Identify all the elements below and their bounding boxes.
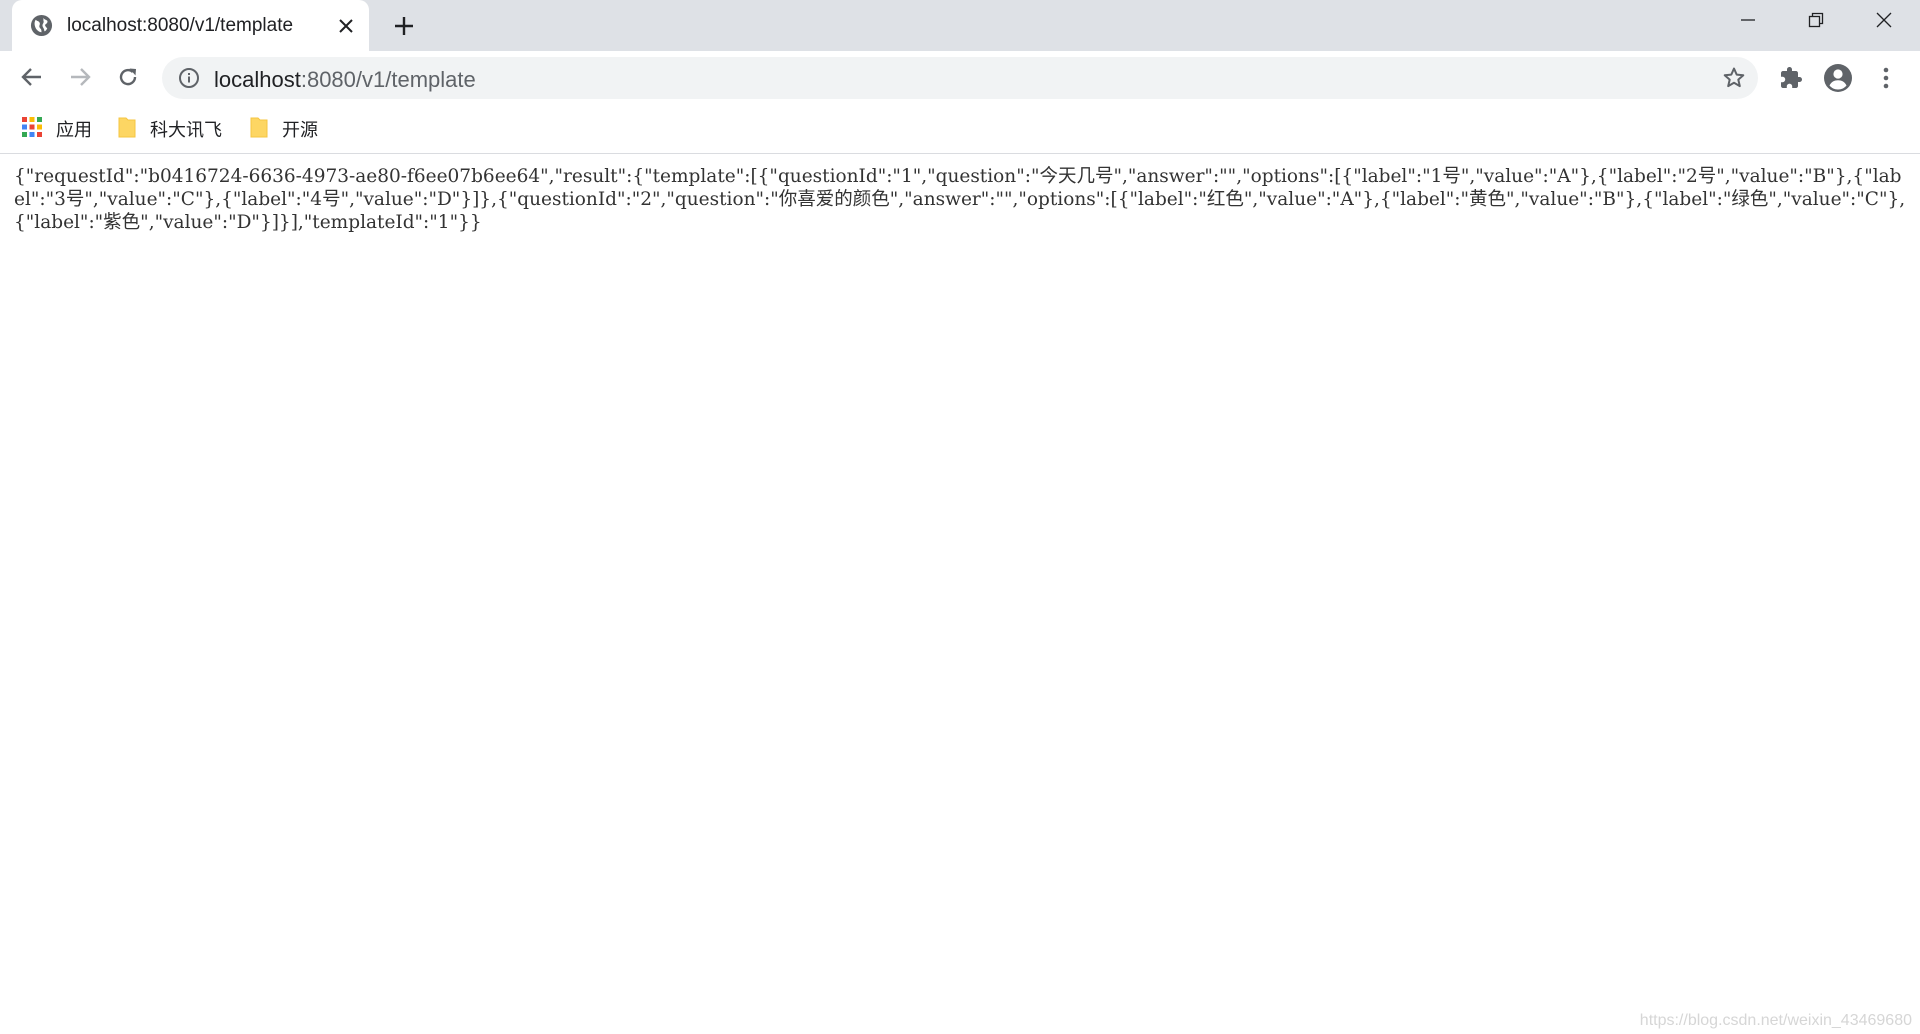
extensions-icon[interactable] — [1776, 63, 1806, 93]
menu-icon[interactable] — [1871, 63, 1901, 93]
url-path: :8080/v1/template — [300, 67, 476, 92]
back-arrow-icon[interactable] — [14, 59, 50, 95]
forward-arrow-icon[interactable] — [62, 59, 98, 95]
restore-icon[interactable] — [1782, 0, 1850, 40]
bookmark-label: 应用 — [56, 120, 92, 141]
bookmark-apps[interactable]: 应用 — [22, 114, 92, 144]
url-host: localhost — [214, 67, 301, 92]
address-bar[interactable]: localhost:8080/v1/template — [162, 57, 1758, 99]
json-response-text: {"requestId":"b0416724-6636-4973-ae80-f6… — [14, 166, 1906, 233]
apps-grid-icon — [22, 116, 42, 142]
bookmark-folder-iflytek[interactable]: 科大讯飞 — [118, 114, 222, 144]
url-text[interactable]: localhost:8080/v1/template — [214, 67, 476, 93]
reload-icon[interactable] — [110, 59, 146, 95]
bookmark-label: 科大讯飞 — [150, 120, 222, 141]
page-content: {"requestId":"b0416724-6636-4973-ae80-f6… — [0, 155, 1920, 1034]
watermark: https://blog.csdn.net/weixin_43469680 — [1639, 1012, 1912, 1029]
browser-toolbar: localhost:8080/v1/template — [0, 51, 1920, 104]
bookmark-folder-opensource[interactable]: 开源 — [250, 114, 318, 144]
profile-icon[interactable] — [1823, 63, 1853, 93]
star-icon[interactable] — [1722, 66, 1746, 90]
globe-icon — [30, 14, 53, 37]
folder-icon — [118, 116, 136, 143]
minimize-icon[interactable] — [1714, 0, 1782, 40]
active-tab[interactable]: localhost:8080/v1/template — [12, 0, 369, 51]
bookmark-label: 开源 — [282, 120, 318, 141]
info-icon[interactable] — [178, 67, 200, 89]
folder-icon — [250, 116, 268, 143]
new-tab-icon[interactable] — [389, 11, 419, 41]
tab-strip: localhost:8080/v1/template — [0, 0, 1920, 51]
bookmarks-bar: 应用 科大讯飞 开源 — [0, 104, 1920, 154]
tab-title: localhost:8080/v1/template — [67, 15, 294, 36]
window-close-icon[interactable] — [1850, 0, 1918, 40]
tab-close-icon[interactable] — [334, 14, 358, 38]
